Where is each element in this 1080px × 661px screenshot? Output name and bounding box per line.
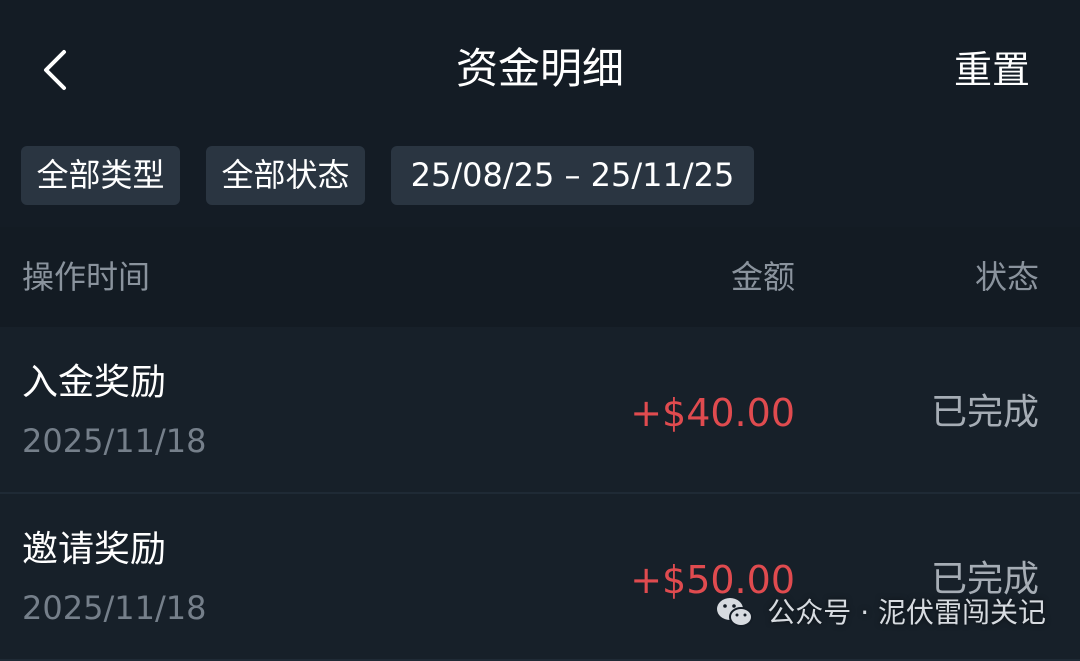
back-button[interactable] <box>30 40 78 100</box>
header: 资金明细 重置 <box>0 0 1080 135</box>
transaction-date: 2025/11/18 <box>22 589 207 627</box>
table-header: 操作时间 金额 状态 <box>0 227 1080 327</box>
watermark: 公众号 · 泥伏雷闯关记 <box>715 588 1046 638</box>
transaction-date: 2025/11/18 <box>22 422 207 460</box>
table-row[interactable]: 入金奖励 2025/11/18 +$40.00 已完成 <box>0 327 1080 494</box>
transaction-type: 邀请奖励 <box>22 529 167 570</box>
transaction-status: 已完成 <box>930 392 1039 433</box>
transaction-amount: +$40.00 <box>630 391 795 435</box>
column-header-time: 操作时间 <box>22 258 151 296</box>
column-header-amount: 金额 <box>730 258 795 296</box>
watermark-text: 公众号 · 泥伏雷闯关记 <box>767 596 1046 629</box>
reset-button[interactable]: 重置 <box>954 40 1030 100</box>
date-range-chip[interactable]: 25/08/25 – 25/11/25 <box>391 146 754 205</box>
type-filter-chip[interactable]: 全部类型 <box>21 146 180 205</box>
filter-bar: 全部类型 全部状态 25/08/25 – 25/11/25 <box>0 135 1080 227</box>
wechat-icon <box>717 598 754 627</box>
column-header-status: 状态 <box>974 258 1039 296</box>
transaction-type: 入金奖励 <box>22 362 167 403</box>
chevron-left-icon <box>44 50 66 90</box>
status-filter-chip[interactable]: 全部状态 <box>206 146 365 205</box>
page-title: 资金明细 <box>455 44 624 93</box>
